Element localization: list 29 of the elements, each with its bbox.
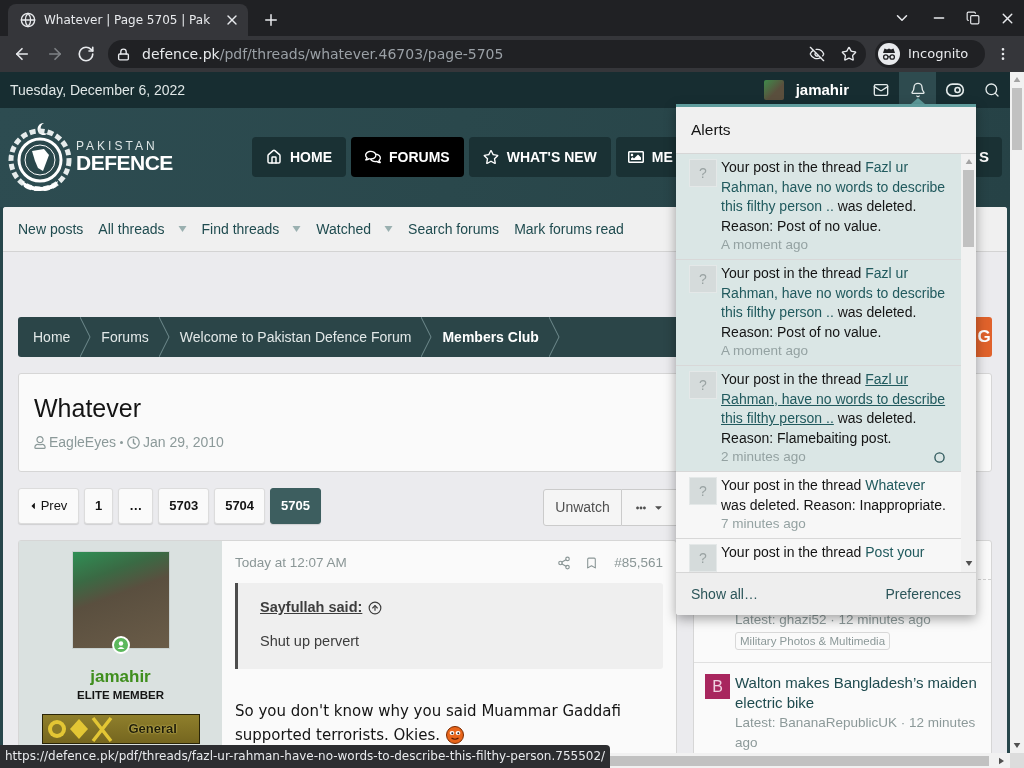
post-body: So you don't know why you said Muammar Gaddafi supported terrorists. Okies. (235, 701, 622, 746)
rank-label: General (128, 720, 177, 739)
avatar-placeholder: ? (689, 371, 717, 399)
user-title: ELITE MEMBER (77, 688, 164, 702)
alert-time: A moment ago (721, 342, 809, 361)
alert-text: Your post in the thread Fazl ur Rahman, have no words to describe this filthy person .. was deleted. Reason: Post of no value. (721, 158, 947, 236)
url-text: defence.pk/pdf/threads/whatever.46703/page-5705 (142, 44, 504, 64)
avatar-placeholder: ? (689, 544, 717, 572)
logo-text: PAKISTAN (76, 139, 159, 153)
tab-title: Whatever | Page 5705 | Pak (44, 12, 212, 29)
thread-date: Jan 29, 2010 (142, 432, 224, 452)
date-text: Tuesday, December 6, 2022 (10, 80, 186, 100)
alert-time: 2 minutes ago (721, 448, 806, 467)
alert-time: 7 minutes ago (721, 515, 806, 534)
alert-time: A moment ago (721, 236, 809, 255)
quote-text: Shut up pervert (260, 632, 360, 650)
alert-text: Your post in the thread Whatever was deleted. Reason: Inappropriate. (721, 476, 947, 515)
status-url-tooltip: https://defence.pk/pdf/threads/fazl-ur-rahman-have-no-words-to-describe-this-filthy-person.755502/ (0, 745, 611, 768)
alert-text: Your post in the thread Post your (721, 543, 926, 562)
avatar-placeholder: ? (689, 159, 717, 187)
menu-title: Alerts (691, 120, 731, 141)
logo-text: DEFENCE (76, 152, 173, 173)
thread-title: Whatever (34, 393, 141, 423)
avatar-placeholder: ? (689, 265, 717, 293)
thread-meta: Latest: ghazi52 · 12 minutes ago (735, 611, 931, 629)
alert-text: Your post in the thread Fazl ur Rahman, have no words to describe this filthy person .. was deleted. Reason: Post of no value. (721, 264, 947, 342)
avatar-placeholder: ? (689, 477, 717, 505)
thread-meta: Latest: BananaRepublicUK · 12 minutes ago (735, 714, 977, 752)
alert-text: Your post in the thread Fazl ur Rahman, have no words to describe this filthy person .. was deleted. Reason: Flamebaiting post. (721, 370, 947, 448)
